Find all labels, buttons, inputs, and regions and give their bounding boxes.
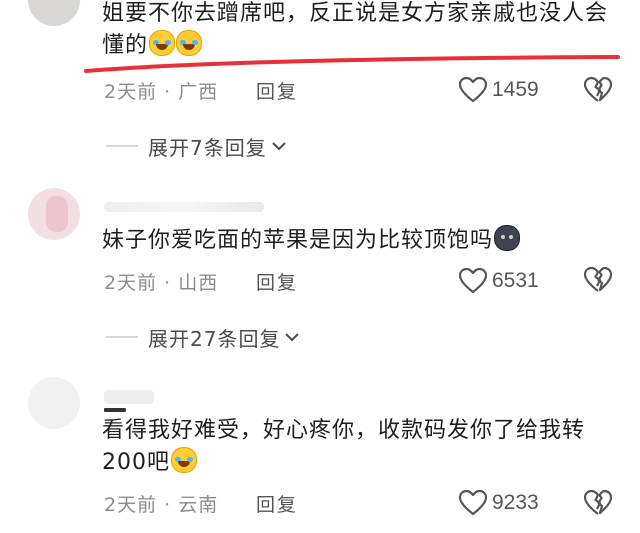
expand-replies-button[interactable]: 展开7条回复 <box>106 131 287 161</box>
expand-replies-button[interactable]: 展开27条回复 <box>106 322 300 352</box>
comment-text: 看得我好难受，好心疼你，收款码发你了给我转200吧 <box>102 418 586 475</box>
divider-line <box>106 145 138 147</box>
broken-heart-icon <box>583 489 613 515</box>
like-count: 6531 <box>492 269 539 292</box>
heart-outline-icon <box>458 489 488 516</box>
red-annotation-underline <box>84 55 620 73</box>
comment-meta: 2天前 · 山西 <box>104 272 219 294</box>
divider-line <box>106 336 138 338</box>
laughing-crying-emoji <box>171 447 197 473</box>
dislike-button[interactable] <box>583 76 613 108</box>
username-fragment <box>104 408 126 412</box>
username-blurred[interactable] <box>104 202 264 212</box>
reply-button[interactable]: 回复 <box>256 268 298 295</box>
reply-button[interactable]: 回复 <box>256 490 298 517</box>
like-count: 9233 <box>492 491 539 514</box>
dislike-button[interactable] <box>583 489 613 521</box>
like-count: 1459 <box>492 78 539 101</box>
like-button[interactable]: 6531 <box>458 266 539 296</box>
dislike-button[interactable] <box>583 266 613 298</box>
chevron-down-icon <box>272 142 286 151</box>
expand-replies-label: 展开7条回复 <box>148 135 267 160</box>
heart-outline-icon <box>458 76 488 103</box>
avatar[interactable] <box>28 377 80 429</box>
broken-heart-icon <box>583 266 613 292</box>
comment-meta: 2天前 · 云南 <box>104 494 219 516</box>
expand-replies-label: 展开27条回复 <box>148 326 281 351</box>
avatar[interactable] <box>28 188 80 240</box>
dark-face-emoji <box>494 225 521 251</box>
reply-button[interactable]: 回复 <box>256 77 298 104</box>
comment-meta: 2天前 · 广西 <box>104 81 219 103</box>
chevron-down-icon <box>285 333 300 342</box>
comment-text: 妹子你爱吃面的苹果是因为比较顶饱吗 <box>102 225 612 257</box>
username-blurred[interactable] <box>104 390 154 404</box>
heart-outline-icon <box>458 267 488 294</box>
like-button[interactable]: 1459 <box>458 75 539 105</box>
like-button[interactable]: 9233 <box>458 488 539 518</box>
broken-heart-icon <box>583 76 613 102</box>
comment-list: 姐要不你去蹭席吧，反正说是女方家亲戚也没人会懂的 2天前 · 广西 回复 145… <box>0 0 640 533</box>
